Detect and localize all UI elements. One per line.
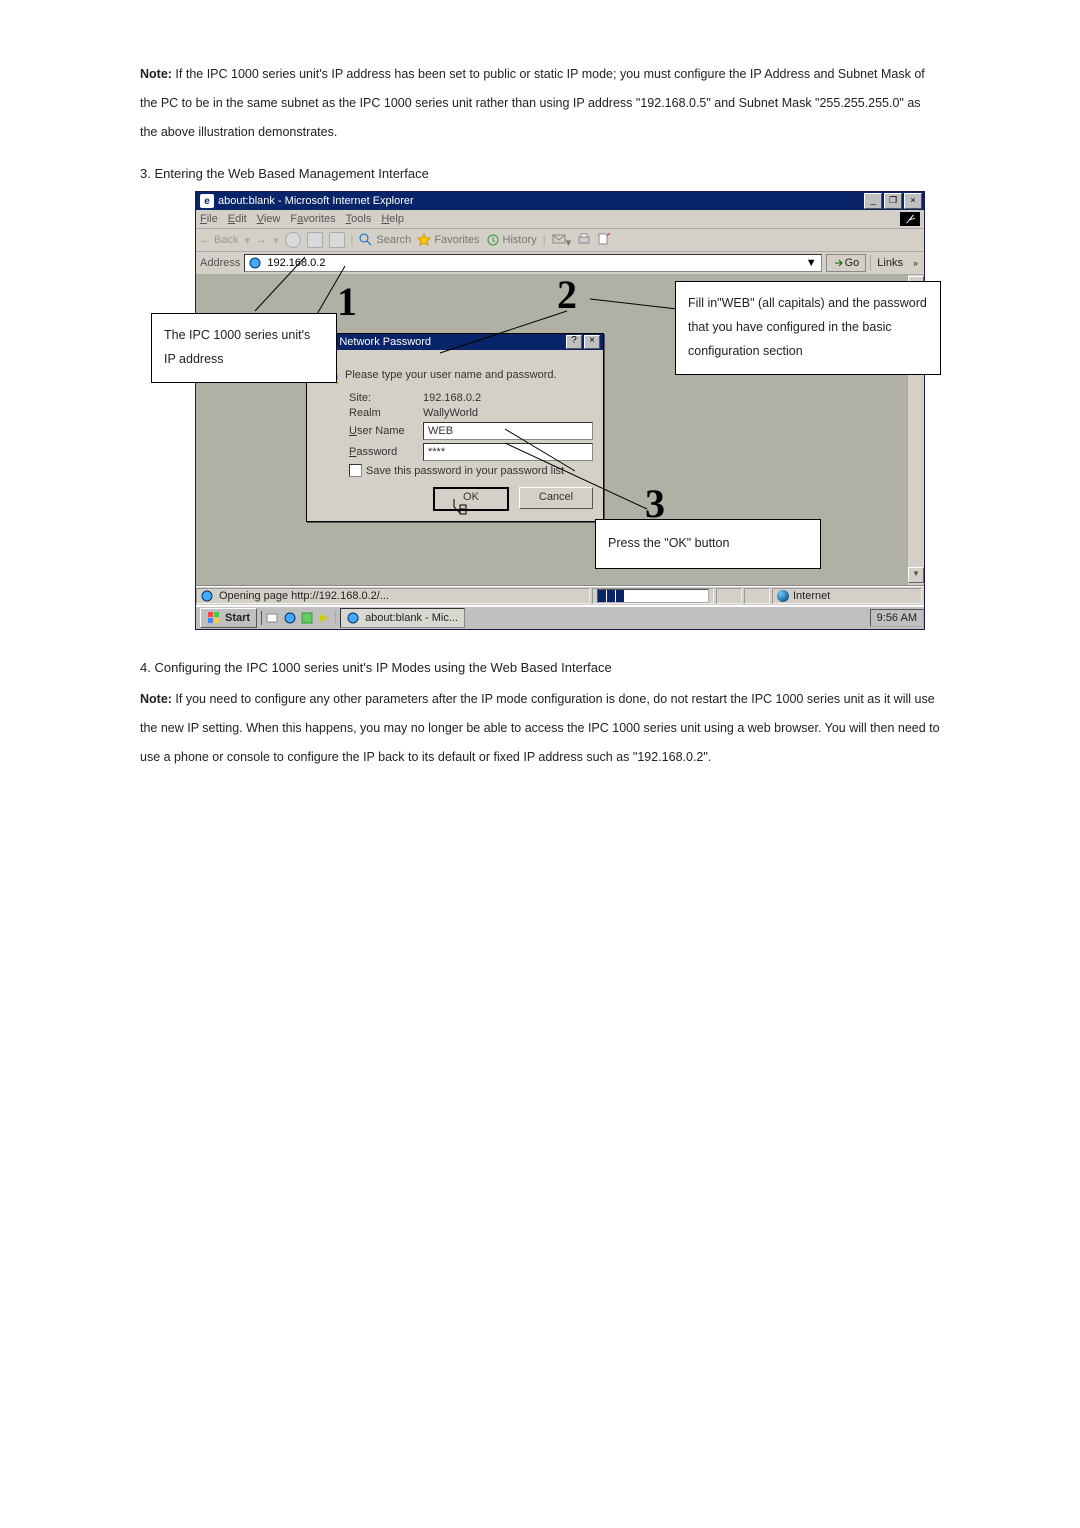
section-3-title: 3. Entering the Web Based Management Int… [140,166,940,181]
screenshot-figure: e about:blank - Microsoft Internet Explo… [195,191,945,630]
callout-2: Fill in"WEB" (all capitals) and the pass… [675,281,941,374]
badge-2: 2 [557,271,577,318]
callout-3: Press the "OK" button [595,519,821,569]
note-2-text: If you need to configure any other param… [140,692,940,764]
note-1-text: If the IPC 1000 series unit's IP address… [140,67,925,139]
note-1: Note: If the IPC 1000 series unit's IP a… [140,60,940,146]
section-4-title: 4. Configuring the IPC 1000 series unit'… [140,660,940,675]
badge-1: 1 [337,278,357,325]
callout-1: The IPC 1000 series unit's IP address [151,313,337,383]
badge-3: 3 [645,480,665,527]
note-2-label: Note: [140,692,172,706]
note-1-label: Note: [140,67,172,81]
note-2: Note: If you need to configure any other… [140,685,940,771]
